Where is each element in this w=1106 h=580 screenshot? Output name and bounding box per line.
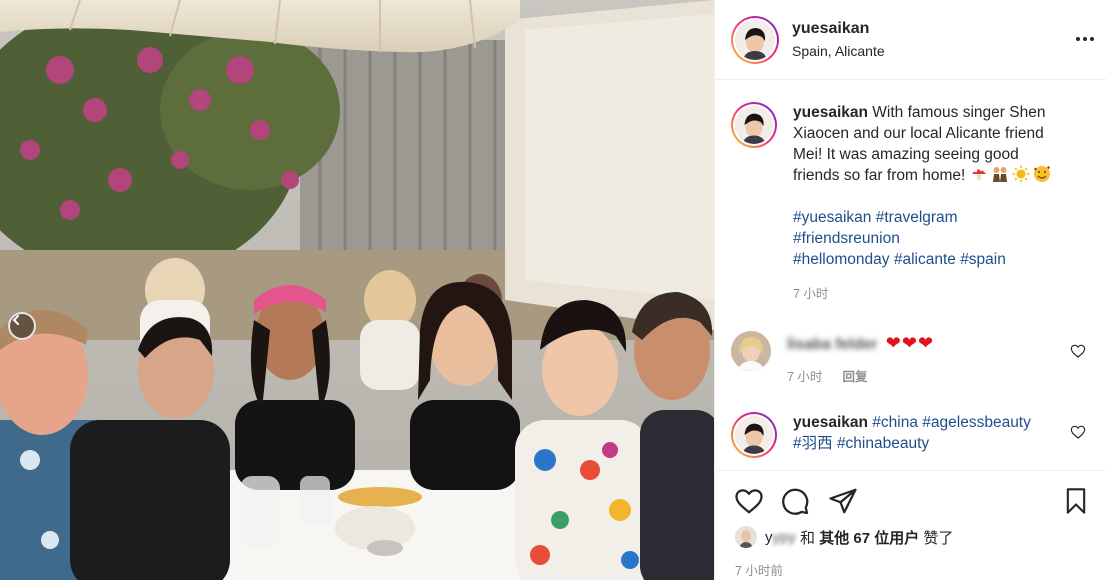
caption-time[interactable]: 7 小时 xyxy=(793,284,828,305)
hashtag-link[interactable]: #alicante xyxy=(894,251,956,268)
comment-item: lisaba felder ❤❤❤ 7 小时 回复 xyxy=(731,331,1090,388)
comment-button[interactable] xyxy=(779,485,811,517)
save-button[interactable] xyxy=(1060,485,1092,517)
hashtag-link[interactable]: #friendsreunion xyxy=(793,230,900,247)
heart-icon xyxy=(735,489,763,514)
post-location[interactable]: Spain, Alicante xyxy=(792,43,885,61)
comment-like-heart-icon[interactable] xyxy=(1070,424,1086,440)
reply-button[interactable]: 回复 xyxy=(842,367,867,388)
like-button[interactable] xyxy=(733,485,765,517)
caption-username[interactable]: yuesaikan xyxy=(793,104,868,121)
commenter-avatar[interactable] xyxy=(731,331,771,371)
comment-item: yuesaikan #china #agelessbeauty #羽西 #chi… xyxy=(731,412,1090,458)
hashtag-link[interactable]: #yuesaikan xyxy=(793,209,871,226)
caption-avatar[interactable] xyxy=(731,102,777,148)
caption: yuesaikan With famous singer Shen Xiaoce… xyxy=(731,102,1090,305)
post-photo[interactable] xyxy=(0,0,714,580)
share-button[interactable] xyxy=(827,485,859,517)
instagram-post: yuesaikan Spain, Alicante yuesaikan With… xyxy=(0,0,1106,580)
likes-summary[interactable]: yypy 和 其他 67 位用户 赞了 xyxy=(735,526,953,548)
paper-plane-icon xyxy=(829,488,857,514)
comment-username-suffix[interactable]: felder xyxy=(835,336,877,353)
post-username[interactable]: yuesaikan xyxy=(792,19,885,39)
hashtag-link[interactable]: #chinabeauty xyxy=(837,435,929,452)
avatar xyxy=(735,106,773,144)
hashtag-link[interactable]: #china xyxy=(872,414,918,431)
comment-hearts: ❤❤❤ xyxy=(885,333,935,353)
story-ring[interactable] xyxy=(731,15,779,64)
bookmark-icon xyxy=(1066,488,1086,514)
commenter-avatar[interactable] xyxy=(731,412,777,458)
post-timestamp[interactable]: 7 小时前 xyxy=(735,560,783,579)
likes-others[interactable]: 其他 67 位用户 xyxy=(819,527,919,548)
liker-username[interactable]: yypy xyxy=(765,529,796,546)
comment-username[interactable]: yuesaikan xyxy=(793,414,868,431)
action-bar xyxy=(715,470,1106,530)
post-sidebar: yuesaikan Spain, Alicante yuesaikan With… xyxy=(714,0,1106,580)
hashtag-link[interactable]: #羽西 xyxy=(793,435,833,452)
hashtag-link[interactable]: #agelessbeauty xyxy=(922,414,1031,431)
post-header: yuesaikan Spain, Alicante xyxy=(715,0,1106,80)
speech-bubble-icon xyxy=(782,488,809,515)
mushroom-emoji-icon xyxy=(971,168,986,180)
hashtag-link[interactable]: #spain xyxy=(960,251,1006,268)
likes-suffix: 赞了 xyxy=(923,529,954,547)
carousel-prev-button[interactable] xyxy=(8,312,36,340)
comments-list: yuesaikan With famous singer Shen Xiaoce… xyxy=(715,80,1106,470)
comment-username[interactable]: lisaba xyxy=(787,336,831,353)
comment-like-heart-icon[interactable] xyxy=(1070,343,1086,359)
smiling-hearts-emoji-icon xyxy=(1033,166,1050,182)
two-women-emoji-icon xyxy=(992,167,1007,182)
photo-illustration xyxy=(0,0,714,580)
comment-time[interactable]: 7 小时 xyxy=(787,367,822,388)
avatar xyxy=(735,416,773,454)
hashtag-link[interactable]: #travelgram xyxy=(876,209,958,226)
sun-emoji-icon xyxy=(1012,165,1030,183)
liker-avatar xyxy=(735,526,757,548)
more-options-button[interactable] xyxy=(1072,26,1098,52)
more-options-icon xyxy=(1076,37,1094,41)
likes-conjunction: 和 xyxy=(800,529,816,547)
avatar xyxy=(735,19,775,60)
hashtag-link[interactable]: #hellomonday xyxy=(793,251,890,268)
chevron-left-icon xyxy=(12,315,19,325)
